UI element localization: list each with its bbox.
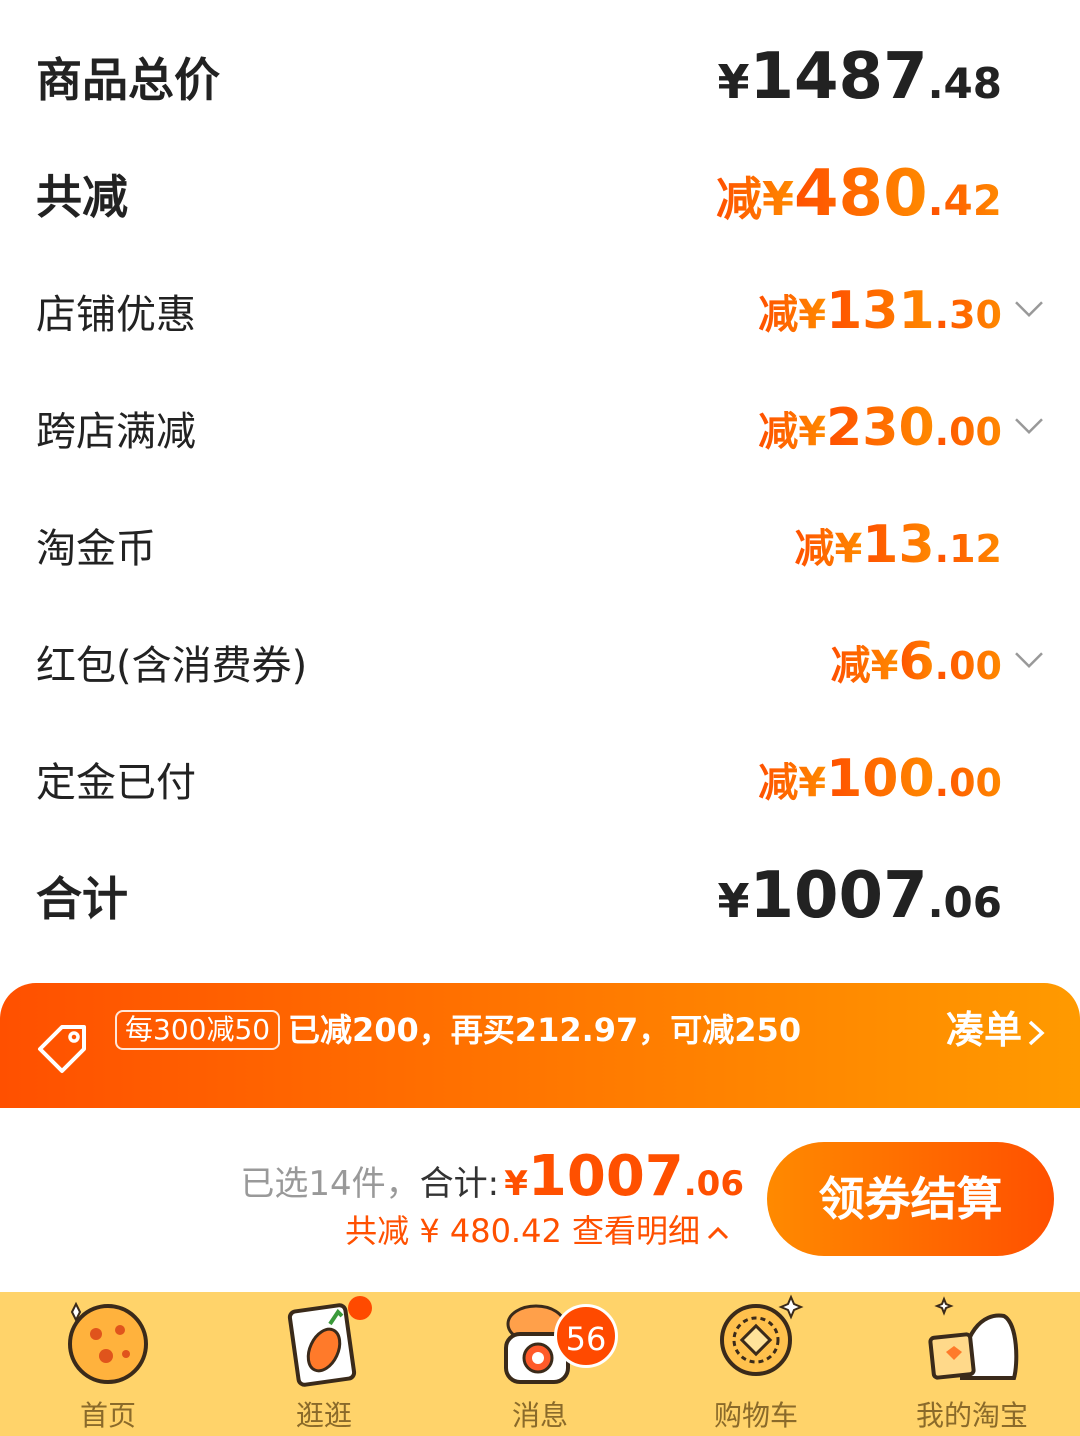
- chevron-down-icon[interactable]: [1014, 651, 1044, 669]
- gold-coin-row: 淘金币 减¥13.12: [0, 486, 1080, 603]
- total-discount-amount: 减¥480.42: [715, 156, 1002, 231]
- red-packet-label: 红包(含消费券): [36, 642, 308, 689]
- chevron-up-icon: [707, 1226, 729, 1240]
- promo-rule-badge: 每300减50: [115, 1010, 281, 1050]
- grand-total-amount: ¥1007.06: [717, 858, 1002, 933]
- cross-store-discount-label: 跨店满减: [36, 408, 196, 455]
- tab-explore-label: 逛逛: [295, 1399, 352, 1432]
- tab-home-label: 首页: [79, 1399, 136, 1432]
- coupon-tag-icon: [38, 1025, 86, 1073]
- selected-count: 已选14件，: [240, 1164, 420, 1204]
- store-discount-label: 店铺优惠: [36, 291, 196, 338]
- chevron-right-icon: [1028, 1020, 1045, 1045]
- store-discount-amount: 减¥131.30: [758, 280, 1002, 341]
- gold-coin-amount: 减¥13.12: [794, 514, 1002, 575]
- subtotal-amount: ¥1487.48: [717, 39, 1002, 114]
- promo-banner[interactable]: 每300减50 已减200，再买212.97，可减250 凑单: [0, 983, 1080, 1108]
- mascot-profile-icon: [928, 1296, 1019, 1380]
- total-discount-row: 共减 减¥480.42: [0, 135, 1080, 252]
- tab-profile-label: 我的淘宝: [915, 1399, 1028, 1432]
- view-details-link[interactable]: 共减 ¥ 480.42 查看明细: [345, 1206, 730, 1252]
- red-packet-amount: 减¥6.00: [830, 631, 1002, 692]
- cross-store-discount-amount: 减¥230.00: [758, 397, 1002, 458]
- tab-messages-label: 消息: [511, 1399, 568, 1432]
- subtotal-label: 商品总价: [36, 52, 220, 107]
- add-items-link[interactable]: 凑单: [946, 1008, 1046, 1052]
- tab-explore[interactable]: 逛逛: [216, 1292, 432, 1436]
- checkout-bar: 已选14件，合计: ¥1007.06 共减 ¥ 480.42 查看明细 领券结算: [0, 1108, 1080, 1292]
- chevron-down-icon[interactable]: [1014, 300, 1044, 318]
- total-label: 合计:: [419, 1164, 500, 1204]
- mooncake-cart-icon: [720, 1294, 804, 1376]
- tab-messages[interactable]: 消息: [432, 1292, 648, 1436]
- deposit-paid-label: 定金已付: [36, 759, 196, 806]
- tab-home[interactable]: 首页: [0, 1292, 216, 1436]
- red-packet-row[interactable]: 红包(含消费券) 减¥6.00: [0, 603, 1080, 720]
- selected-summary: 已选14件，合计: ¥1007.06: [240, 1144, 744, 1209]
- store-discount-row[interactable]: 店铺优惠 减¥131.30: [0, 252, 1080, 369]
- checkout-total: ¥1007.06: [504, 1144, 744, 1209]
- tab-profile[interactable]: 我的淘宝: [864, 1292, 1080, 1436]
- deposit-paid-row: 定金已付 减¥100.00: [0, 720, 1080, 837]
- grand-total-label: 合计: [36, 871, 128, 926]
- checkout-button[interactable]: 领券结算: [767, 1142, 1054, 1256]
- subtotal-row: 商品总价 ¥1487.48: [0, 18, 1080, 135]
- total-discount-label: 共减: [36, 169, 128, 224]
- promo-description: 已减200，再买212.97，可减250: [288, 1011, 802, 1049]
- tab-cart[interactable]: 购物车: [648, 1292, 864, 1436]
- cross-store-discount-row[interactable]: 跨店满减 减¥230.00: [0, 369, 1080, 486]
- bottom-tab-bar: 首页 逛逛 消息 56 购物车 我的淘宝: [0, 1292, 1080, 1436]
- cookie-home-icon: [68, 1301, 148, 1384]
- deposit-paid-amount: 减¥100.00: [758, 748, 1002, 809]
- tab-cart-label: 购物车: [713, 1399, 798, 1432]
- gold-coin-label: 淘金币: [36, 525, 156, 572]
- grand-total-row: 合计 ¥1007.06: [0, 837, 1080, 954]
- message-badge: 56: [554, 1304, 618, 1368]
- chevron-down-icon[interactable]: [1014, 417, 1044, 435]
- clipboard-carrot-icon: [287, 1296, 372, 1387]
